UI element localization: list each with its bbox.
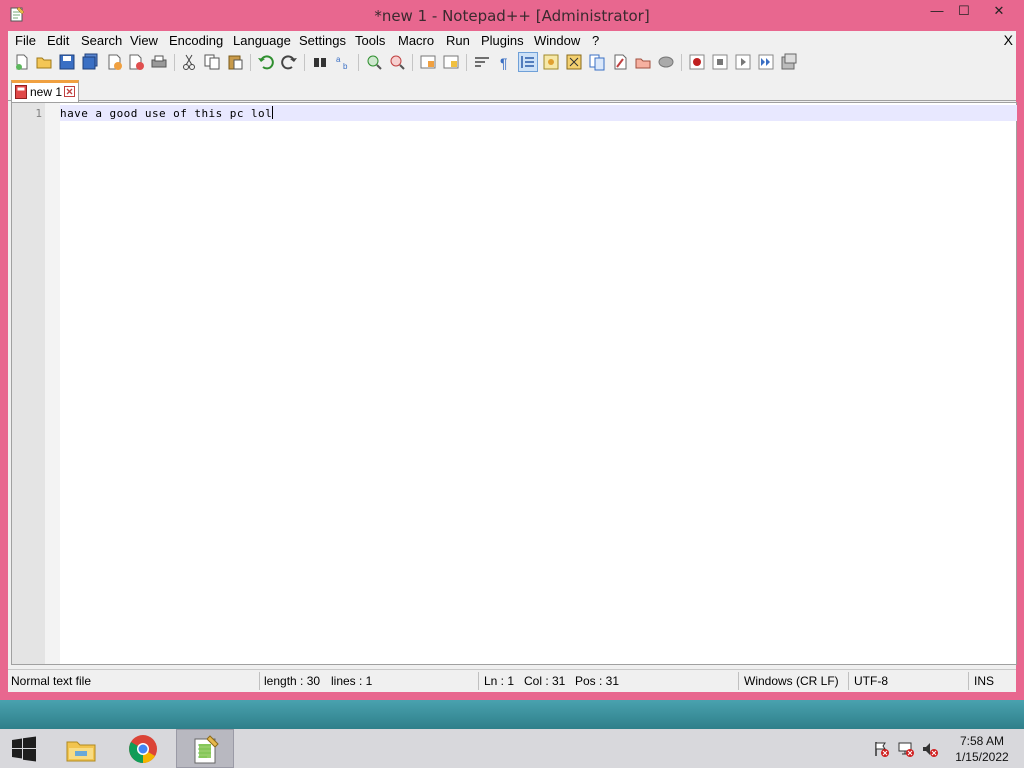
- line-number: 1: [35, 107, 42, 120]
- chrome-icon: [129, 735, 157, 763]
- system-clock[interactable]: 7:58 AM 1/15/2022: [950, 733, 1014, 765]
- title-bar[interactable]: *new 1 - Notepad++ [Administrator] — ☐ ✕: [0, 0, 1024, 31]
- menu-search[interactable]: Search: [81, 33, 122, 48]
- menu-bar: File Edit Search View Encoding Language …: [8, 31, 1016, 50]
- unsaved-file-icon: [15, 85, 27, 99]
- desktop-background: [0, 699, 1024, 729]
- save-icon[interactable]: [58, 53, 76, 71]
- editor-line[interactable]: have a good use of this pc lol: [60, 106, 274, 120]
- status-eol-format[interactable]: Windows (CR LF): [744, 674, 839, 688]
- clock-time: 7:58 AM: [959, 734, 1005, 748]
- print-icon[interactable]: [150, 53, 168, 71]
- status-position: Pos : 31: [575, 674, 620, 688]
- menu-help[interactable]: ?: [592, 33, 599, 48]
- document-list-icon[interactable]: [611, 53, 629, 71]
- tab-new-1[interactable]: new 1: [11, 80, 79, 102]
- close-document-button[interactable]: X: [1004, 32, 1013, 48]
- volume-muted-icon[interactable]: [921, 740, 939, 758]
- word-wrap-icon[interactable]: [473, 53, 491, 71]
- status-length: length : 30: [264, 674, 321, 688]
- save-all-icon[interactable]: [81, 53, 99, 71]
- cut-icon[interactable]: [180, 53, 198, 71]
- editor-line-text: have a good use of this pc lol: [60, 107, 273, 120]
- show-all-characters-icon[interactable]: ¶: [496, 53, 514, 71]
- open-file-icon[interactable]: [35, 53, 53, 71]
- status-insert-mode[interactable]: INS: [974, 674, 994, 688]
- menu-language[interactable]: Language: [233, 33, 291, 48]
- record-macro-icon[interactable]: [688, 53, 706, 71]
- play-macro-icon[interactable]: [734, 53, 752, 71]
- notepad-window: *new 1 - Notepad++ [Administrator] — ☐ ✕…: [0, 0, 1024, 700]
- network-icon[interactable]: [897, 740, 915, 758]
- action-center-flag-icon[interactable]: [872, 740, 890, 758]
- line-number-gutter: 1: [12, 103, 60, 664]
- status-encoding[interactable]: UTF-8: [854, 674, 888, 688]
- folder-icon: [66, 741, 96, 762]
- function-list-icon[interactable]: [565, 53, 583, 71]
- text-editor[interactable]: 1 have a good use of this pc lol: [11, 102, 1017, 665]
- run-macro-multiple-icon[interactable]: [757, 53, 775, 71]
- close-file-icon[interactable]: [105, 53, 123, 71]
- close-window-button[interactable]: ✕: [982, 0, 1016, 22]
- tab-close-icon[interactable]: [64, 86, 75, 97]
- clock-date: 1/15/2022: [955, 750, 1009, 764]
- folder-as-workspace-icon[interactable]: [634, 53, 652, 71]
- file-explorer-taskbar-button[interactable]: [52, 729, 110, 768]
- status-column: Col : 31: [524, 674, 566, 688]
- undo-icon[interactable]: [257, 53, 275, 71]
- notepadpp-icon: [194, 735, 219, 764]
- svg-text:a: a: [336, 55, 341, 64]
- status-file-type: Normal text file: [11, 674, 92, 688]
- toolbar: ab ¶: [8, 50, 1016, 75]
- fold-margin: [45, 103, 60, 664]
- zoom-out-icon[interactable]: [388, 53, 406, 71]
- chrome-taskbar-button[interactable]: [114, 729, 172, 768]
- sync-horizontal-icon[interactable]: [442, 53, 460, 71]
- menu-macro[interactable]: Macro: [398, 33, 434, 48]
- menu-file[interactable]: File: [15, 33, 36, 48]
- client-area: File Edit Search View Encoding Language …: [8, 31, 1017, 692]
- user-defined-language-icon[interactable]: [542, 53, 560, 71]
- taskbar: 7:58 AM 1/15/2022: [0, 729, 1024, 768]
- paste-icon[interactable]: [226, 53, 244, 71]
- status-line: Ln : 1: [484, 674, 515, 688]
- start-button[interactable]: [11, 736, 37, 762]
- menu-tools[interactable]: Tools: [355, 33, 385, 48]
- svg-text:b: b: [343, 62, 348, 71]
- maximize-button[interactable]: ☐: [949, 0, 979, 22]
- redo-icon[interactable]: [280, 53, 298, 71]
- tab-bar: new 1: [8, 77, 1016, 102]
- copy-icon[interactable]: [203, 53, 221, 71]
- window-title: *new 1 - Notepad++ [Administrator]: [374, 7, 650, 25]
- text-caret: [272, 106, 274, 119]
- save-macro-icon[interactable]: [780, 53, 798, 71]
- status-lines: lines : 1: [331, 674, 373, 688]
- document-map-icon[interactable]: [588, 53, 606, 71]
- sync-vertical-icon[interactable]: [419, 53, 437, 71]
- menu-window[interactable]: Window: [534, 33, 580, 48]
- find-icon[interactable]: [311, 53, 329, 71]
- menu-settings[interactable]: Settings: [299, 33, 346, 48]
- close-all-icon[interactable]: [127, 53, 145, 71]
- zoom-in-icon[interactable]: [365, 53, 383, 71]
- new-file-icon[interactable]: [13, 53, 31, 71]
- menu-run[interactable]: Run: [446, 33, 470, 48]
- status-bar: Normal text file length : 30 lines : 1 L…: [8, 669, 1016, 691]
- monitoring-icon[interactable]: [657, 53, 675, 71]
- svg-text:¶: ¶: [500, 55, 508, 71]
- menu-encoding[interactable]: Encoding: [169, 33, 223, 48]
- indent-guide-icon[interactable]: [518, 52, 538, 72]
- tab-label: new 1: [30, 85, 63, 99]
- menu-plugins[interactable]: Plugins: [481, 33, 524, 48]
- minimize-button[interactable]: —: [922, 0, 952, 22]
- replace-icon[interactable]: ab: [334, 53, 352, 71]
- notepadpp-taskbar-button[interactable]: [176, 729, 234, 768]
- menu-edit[interactable]: Edit: [47, 33, 69, 48]
- menu-view[interactable]: View: [130, 33, 158, 48]
- stop-macro-icon[interactable]: [711, 53, 729, 71]
